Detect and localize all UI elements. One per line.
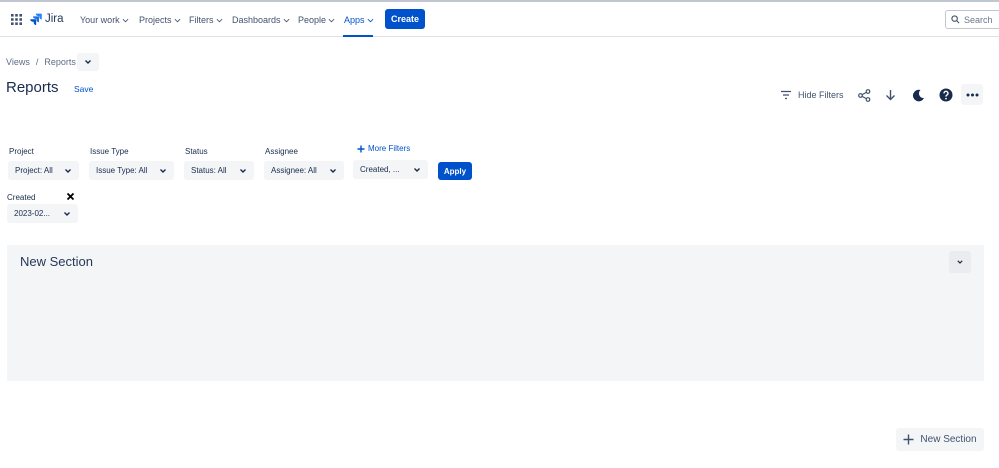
dropdown-value: Project: All: [15, 166, 53, 175]
plus-icon: [357, 145, 365, 152]
share-icon: [857, 88, 870, 102]
nav-label: Your work: [80, 15, 120, 25]
nav-projects[interactable]: Projects: [139, 12, 181, 28]
add-new-section-button[interactable]: New Section: [896, 428, 984, 451]
app-switcher-icon[interactable]: [11, 14, 22, 25]
filter-label-assignee: Assignee: [265, 147, 298, 156]
breadcrumb: Views / Reports: [6, 57, 76, 67]
chevron-down-icon: [957, 260, 963, 264]
dropdown-value: Assignee: All: [271, 166, 317, 175]
section-title[interactable]: New Section: [20, 254, 93, 269]
project-filter-dropdown[interactable]: Project: All: [8, 161, 79, 180]
hide-filters-button[interactable]: Hide Filters: [780, 88, 844, 102]
status-filter-dropdown[interactable]: Status: All: [184, 161, 254, 180]
section-collapse-button[interactable]: [949, 251, 971, 273]
dropdown-value: Issue Type: All: [96, 166, 148, 175]
breadcrumb-views[interactable]: Views: [6, 57, 30, 67]
created-date-dropdown[interactable]: 2023-02...: [7, 204, 78, 223]
search-icon: [951, 15, 960, 24]
more-actions-button[interactable]: [961, 84, 983, 105]
chevron-down-icon: [240, 168, 246, 173]
nav-label: Dashboards: [232, 15, 281, 25]
chevron-down-icon: [283, 18, 289, 22]
hide-filters-label: Hide Filters: [798, 90, 844, 100]
search-input[interactable]: [964, 14, 999, 25]
chevron-down-icon: [85, 60, 91, 64]
chevron-down-icon: [160, 168, 166, 173]
help-icon: [939, 88, 953, 102]
chevron-down-icon: [65, 168, 71, 173]
filter-label-issue-type: Issue Type: [90, 147, 129, 156]
chevron-down-icon: [414, 167, 420, 172]
download-icon: [885, 90, 895, 101]
filter-label-created: Created: [7, 193, 36, 202]
assignee-filter-dropdown[interactable]: Assignee: All: [264, 161, 344, 180]
filter-label-project: Project: [9, 147, 34, 156]
chevron-down-icon: [64, 211, 70, 216]
save-button[interactable]: Save: [74, 84, 93, 94]
dropdown-value: 2023-02...: [14, 209, 51, 218]
filter-icon: [781, 90, 791, 100]
create-button[interactable]: Create: [385, 9, 425, 29]
more-icon: [966, 93, 978, 96]
help-button[interactable]: [938, 87, 954, 103]
nav-apps[interactable]: Apps: [344, 12, 374, 28]
chevron-down-icon: [122, 18, 129, 22]
breadcrumb-dropdown-button[interactable]: [77, 53, 99, 71]
dropdown-value: Created, ...: [360, 165, 400, 174]
chevron-down-icon: [216, 18, 222, 22]
search-field[interactable]: [945, 10, 999, 29]
chevron-down-icon: [330, 168, 336, 173]
issue-type-filter-dropdown[interactable]: Issue Type: All: [89, 161, 174, 180]
dropdown-value: Status: All: [191, 166, 227, 175]
nav-label: People: [298, 15, 327, 25]
nav-filters[interactable]: Filters: [189, 12, 223, 28]
chevron-down-icon: [174, 18, 180, 22]
report-section: New Section: [7, 245, 984, 381]
jira-logo[interactable]: Jira: [30, 12, 64, 26]
breadcrumb-reports[interactable]: Reports: [44, 57, 76, 67]
nav-label: Filters: [189, 15, 214, 25]
breadcrumb-separator: /: [35, 57, 39, 67]
download-button[interactable]: [882, 87, 898, 103]
nav-dashboards[interactable]: Dashboards: [232, 12, 290, 28]
jira-logo-icon: [30, 13, 42, 25]
apply-button[interactable]: Apply: [438, 162, 472, 180]
top-navigation: Jira Your work Projects Filters Dashboar…: [0, 2, 999, 37]
nav-label: Projects: [139, 15, 172, 25]
close-icon[interactable]: [66, 192, 75, 201]
page-title: Reports: [6, 79, 59, 96]
brand-name: Jira: [45, 13, 64, 25]
created-filter-dropdown[interactable]: Created, ...: [353, 160, 428, 179]
plus-icon: [903, 434, 914, 445]
moon-icon: [912, 89, 924, 101]
nav-people[interactable]: People: [298, 12, 335, 28]
more-filters-label: More Filters: [368, 144, 411, 153]
nav-your-work[interactable]: Your work: [80, 12, 129, 28]
chevron-down-icon: [328, 18, 335, 22]
nav-label: Apps: [344, 15, 365, 25]
chevron-down-icon: [367, 18, 373, 22]
dark-mode-button[interactable]: [910, 87, 926, 103]
filter-label-status: Status: [185, 147, 208, 156]
new-section-label: New Section: [920, 434, 977, 445]
more-filters-button[interactable]: More Filters: [357, 144, 410, 153]
share-button[interactable]: [856, 87, 872, 103]
active-tab-indicator: [343, 35, 373, 37]
